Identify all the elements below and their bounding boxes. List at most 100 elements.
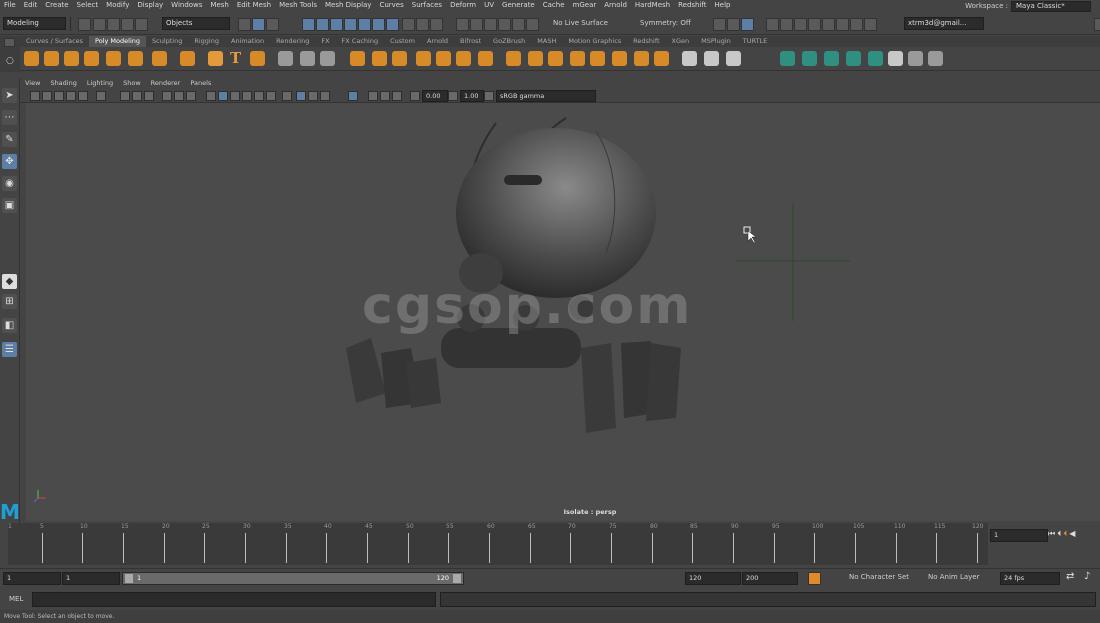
symmetry-label[interactable]: Symmetry: Off: [640, 18, 691, 29]
menu-hardmesh[interactable]: HardMesh: [631, 0, 674, 11]
range-end-handle[interactable]: [453, 574, 461, 583]
ambient-occlusion-icon[interactable]: [282, 91, 292, 101]
menu-curves[interactable]: Curves: [375, 0, 407, 11]
menu-arnold[interactable]: Arnold: [600, 0, 631, 11]
tab-arnold[interactable]: Arnold: [421, 36, 454, 47]
image-plane-icon[interactable]: [66, 91, 76, 101]
platonic-solid-icon[interactable]: [180, 51, 195, 66]
menu-file[interactable]: File: [0, 0, 20, 11]
menu-mesh-tools[interactable]: Mesh Tools: [275, 0, 321, 11]
auto-key-icon[interactable]: [808, 572, 821, 585]
default-material-icon[interactable]: [230, 91, 240, 101]
menu-mgear[interactable]: mGear: [569, 0, 601, 11]
edge-loop-icon[interactable]: [704, 51, 719, 66]
grease-pencil-icon[interactable]: [96, 91, 106, 101]
menu-uv[interactable]: UV: [480, 0, 498, 11]
tab-msplugin[interactable]: MSPlugin: [695, 36, 737, 47]
sidebar-toggle-icon[interactable]: [1094, 18, 1100, 31]
multi-cut-icon[interactable]: [682, 51, 697, 66]
four-view-icon[interactable]: ⊞: [2, 294, 17, 309]
menu-edit-mesh[interactable]: Edit Mesh: [233, 0, 275, 11]
workspace-dropdown[interactable]: Maya Classic*: [1011, 0, 1091, 12]
tab-poly-modeling[interactable]: Poly Modeling: [89, 36, 146, 47]
menu-modify[interactable]: Modify: [102, 0, 133, 11]
menu-edit[interactable]: Edit: [20, 0, 42, 11]
smooth-shade-icon[interactable]: [218, 91, 228, 101]
menu-windows[interactable]: Windows: [167, 0, 206, 11]
textured-icon[interactable]: [242, 91, 252, 101]
color-mgmt-icon[interactable]: [392, 91, 402, 101]
exposure-reset-icon[interactable]: [410, 91, 420, 101]
tab-curves-surfaces[interactable]: Curves / Surfaces: [20, 36, 89, 47]
tab-custom[interactable]: Custom: [384, 36, 421, 47]
render-settings-icon[interactable]: [766, 18, 779, 31]
uv-icon[interactable]: [868, 51, 883, 66]
undo-icon[interactable]: [121, 18, 134, 31]
connect-icon[interactable]: [654, 51, 669, 66]
menu-display[interactable]: Display: [133, 0, 167, 11]
menu-mesh-display[interactable]: Mesh Display: [321, 0, 375, 11]
scene-start-field[interactable]: 1: [3, 572, 61, 585]
poly-torus-icon[interactable]: [106, 51, 121, 66]
tab-animation[interactable]: Animation: [225, 36, 270, 47]
paint-select-icon[interactable]: ✎: [2, 132, 17, 147]
pivot-icon[interactable]: [278, 51, 293, 66]
tab-motion-graphics[interactable]: Motion Graphics: [562, 36, 627, 47]
render-settings-icon[interactable]: [850, 18, 863, 31]
move-tool-icon[interactable]: ✥: [2, 154, 17, 169]
snap-together-icon[interactable]: [320, 51, 335, 66]
lasso-icon[interactable]: [526, 18, 539, 31]
snap-point-icon[interactable]: [330, 18, 343, 31]
ipr-render-icon[interactable]: [741, 18, 754, 31]
render-frame-icon[interactable]: [727, 18, 740, 31]
svg-icon[interactable]: [250, 51, 265, 66]
render-view-icon[interactable]: [713, 18, 726, 31]
select-hierarchy-icon[interactable]: [238, 18, 251, 31]
menu-select[interactable]: Select: [73, 0, 103, 11]
gamma-field[interactable]: 1.00: [460, 90, 484, 102]
gamma-reset-icon[interactable]: [448, 91, 458, 101]
resolution-gate-icon[interactable]: [144, 91, 154, 101]
safe-action-icon[interactable]: [186, 91, 196, 101]
lasso-icon[interactable]: [456, 18, 469, 31]
snap-live-icon[interactable]: [386, 18, 399, 31]
grid-icon[interactable]: [120, 91, 130, 101]
rotate-tool-icon[interactable]: ◉: [2, 176, 17, 191]
tab-gozbrush[interactable]: GoZBrush: [487, 36, 531, 47]
menu-create[interactable]: Create: [41, 0, 72, 11]
snap-live-icon[interactable]: [372, 18, 385, 31]
snap-view-plane-icon[interactable]: [344, 18, 357, 31]
lasso-tool-icon[interactable]: ⋯: [2, 110, 17, 125]
separate-icon[interactable]: [372, 51, 387, 66]
tab-bifrost[interactable]: Bifrost: [454, 36, 487, 47]
character-set-label[interactable]: No Character Set: [849, 572, 909, 583]
scene-end-field[interactable]: 200: [742, 572, 798, 585]
live-surface-label[interactable]: No Live Surface: [553, 18, 608, 29]
fps-dropdown[interactable]: 24 fps: [1000, 572, 1060, 585]
anim-layer-label[interactable]: No Anim Layer: [928, 572, 979, 583]
single-perspective-icon[interactable]: ◆: [2, 274, 17, 289]
play-back-icon[interactable]: ◀: [1069, 529, 1077, 538]
color-space-dropdown[interactable]: sRGB gamma: [496, 90, 596, 102]
menu-redshift[interactable]: Redshift: [674, 0, 710, 11]
menu-cache[interactable]: Cache: [539, 0, 569, 11]
outliner-layout-icon[interactable]: ◧: [2, 318, 17, 333]
bookmark-icon[interactable]: [54, 91, 64, 101]
lasso-icon[interactable]: [512, 18, 525, 31]
snap-pivot-icon[interactable]: [300, 51, 315, 66]
field-chart-icon[interactable]: [174, 91, 184, 101]
shelf-menu-icon[interactable]: [4, 38, 15, 47]
render-settings-icon[interactable]: [822, 18, 835, 31]
isolate-view-icon[interactable]: [348, 91, 358, 101]
select-components-icon[interactable]: [266, 18, 279, 31]
film-gate-icon[interactable]: [132, 91, 142, 101]
time-slider[interactable]: 1 5 10 15 20 25 30 35 40 45 50 55 60 65 …: [8, 523, 988, 565]
target-weld-icon[interactable]: [634, 51, 649, 66]
quad-draw-icon[interactable]: [726, 51, 741, 66]
camera-icon[interactable]: [30, 91, 40, 101]
poly-plane-icon[interactable]: [128, 51, 143, 66]
menu-deform[interactable]: Deform: [446, 0, 480, 11]
selection-mode-dropdown[interactable]: Objects: [162, 17, 230, 30]
tab-sculpting[interactable]: Sculpting: [146, 36, 188, 47]
mirror-icon[interactable]: [456, 51, 471, 66]
